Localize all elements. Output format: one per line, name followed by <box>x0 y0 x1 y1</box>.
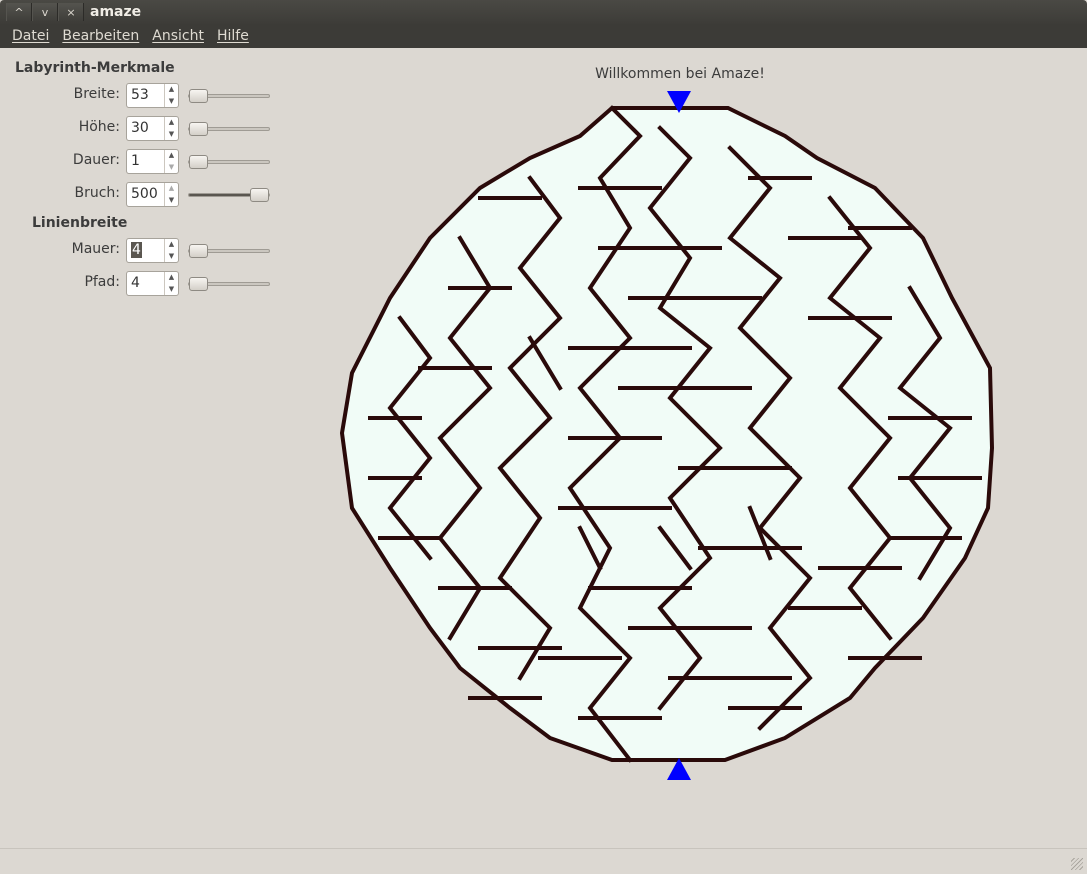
resize-grip-icon[interactable] <box>1071 858 1083 870</box>
breite-slider[interactable] <box>188 89 270 103</box>
section-maze-properties: Labyrinth-Merkmale <box>15 60 175 76</box>
dauer-value[interactable]: 1 <box>127 150 164 173</box>
title-bar: ^ v × amaze <box>0 0 1087 24</box>
menu-datei[interactable]: Datei <box>12 28 49 44</box>
pfad-slider[interactable] <box>188 277 270 291</box>
spin-down-icon[interactable]: ▼ <box>165 251 178 263</box>
chevron-up-icon: ^ <box>14 5 24 19</box>
minimize-button[interactable]: ^ <box>6 3 32 21</box>
hoehe-label: Höhe: <box>78 119 120 135</box>
mauer-spinbox[interactable]: 4 ▲ ▼ <box>126 238 179 263</box>
menu-bearbeiten[interactable]: Bearbeiten <box>62 28 139 44</box>
slider-thumb[interactable] <box>189 155 208 169</box>
mauer-slider[interactable] <box>188 244 270 258</box>
menu-bar: Datei Bearbeiten Ansicht Hilfe <box>0 24 1087 48</box>
slider-thumb[interactable] <box>189 244 208 258</box>
spin-up-icon[interactable]: ▲ <box>165 150 178 162</box>
spin-up-icon[interactable]: ▲ <box>165 239 178 251</box>
spin-down-icon[interactable]: ▼ <box>165 96 178 108</box>
spin-down-icon[interactable]: ▼ <box>165 162 178 174</box>
dauer-spinbox[interactable]: 1 ▲ ▼ <box>126 149 179 174</box>
maze-area <box>339 106 995 762</box>
spin-up-icon[interactable]: ▲ <box>165 117 178 129</box>
pfad-spinbox[interactable]: 4 ▲ ▼ <box>126 271 179 296</box>
menu-hilfe[interactable]: Hilfe <box>217 28 249 44</box>
bruch-spinbox[interactable]: 500 ▲ ▼ <box>126 182 179 207</box>
pfad-value[interactable]: 4 <box>127 272 164 295</box>
breite-label: Breite: <box>73 86 120 102</box>
mauer-label: Mauer: <box>71 241 120 257</box>
settings-panel: Labyrinth-Merkmale Breite: 53 ▲ ▼ Höhe: 3… <box>0 48 290 848</box>
row-mauer: Mauer: 4 ▲ ▼ <box>0 238 290 264</box>
row-pfad: Pfad: 4 ▲ ▼ <box>0 271 290 297</box>
pfad-label: Pfad: <box>84 274 120 290</box>
hoehe-value[interactable]: 30 <box>127 117 164 140</box>
status-message: Willkommen bei Amaze! <box>595 66 765 82</box>
bruch-slider[interactable] <box>188 188 270 202</box>
spin-up-icon[interactable]: ▲ <box>165 183 178 195</box>
spin-down-icon[interactable]: ▼ <box>165 195 178 207</box>
breite-spinbox[interactable]: 53 ▲ ▼ <box>126 83 179 108</box>
bruch-value[interactable]: 500 <box>127 183 164 206</box>
hoehe-slider[interactable] <box>188 122 270 136</box>
spin-up-icon[interactable]: ▲ <box>165 84 178 96</box>
status-bar <box>0 848 1087 874</box>
spin-down-icon[interactable]: ▼ <box>165 284 178 296</box>
slider-thumb[interactable] <box>189 89 208 103</box>
maze-canvas[interactable] <box>330 88 1030 788</box>
spin-down-icon[interactable]: ▼ <box>165 129 178 141</box>
mauer-value-wrap[interactable]: 4 <box>127 239 164 262</box>
breite-value[interactable]: 53 <box>127 84 164 107</box>
row-breite: Breite: 53 ▲ ▼ <box>0 83 290 109</box>
bruch-label: Bruch: <box>74 185 120 201</box>
close-icon: × <box>66 5 76 19</box>
dauer-slider[interactable] <box>188 155 270 169</box>
hoehe-spinbox[interactable]: 30 ▲ ▼ <box>126 116 179 141</box>
dauer-label: Dauer: <box>72 152 120 168</box>
row-bruch: Bruch: 500 ▲ ▼ <box>0 182 290 208</box>
window-title: amaze <box>90 4 142 20</box>
maximize-button[interactable]: v <box>32 3 58 21</box>
slider-thumb[interactable] <box>250 188 269 202</box>
chevron-down-icon: v <box>41 5 49 19</box>
slider-thumb[interactable] <box>189 277 208 291</box>
section-line-width: Linienbreite <box>32 215 128 231</box>
mauer-value[interactable]: 4 <box>131 242 142 258</box>
close-button[interactable]: × <box>58 3 84 21</box>
row-hoehe: Höhe: 30 ▲ ▼ <box>0 116 290 142</box>
row-dauer: Dauer: 1 ▲ ▼ <box>0 149 290 175</box>
spin-up-icon[interactable]: ▲ <box>165 272 178 284</box>
slider-thumb[interactable] <box>189 122 208 136</box>
menu-ansicht[interactable]: Ansicht <box>152 28 204 44</box>
